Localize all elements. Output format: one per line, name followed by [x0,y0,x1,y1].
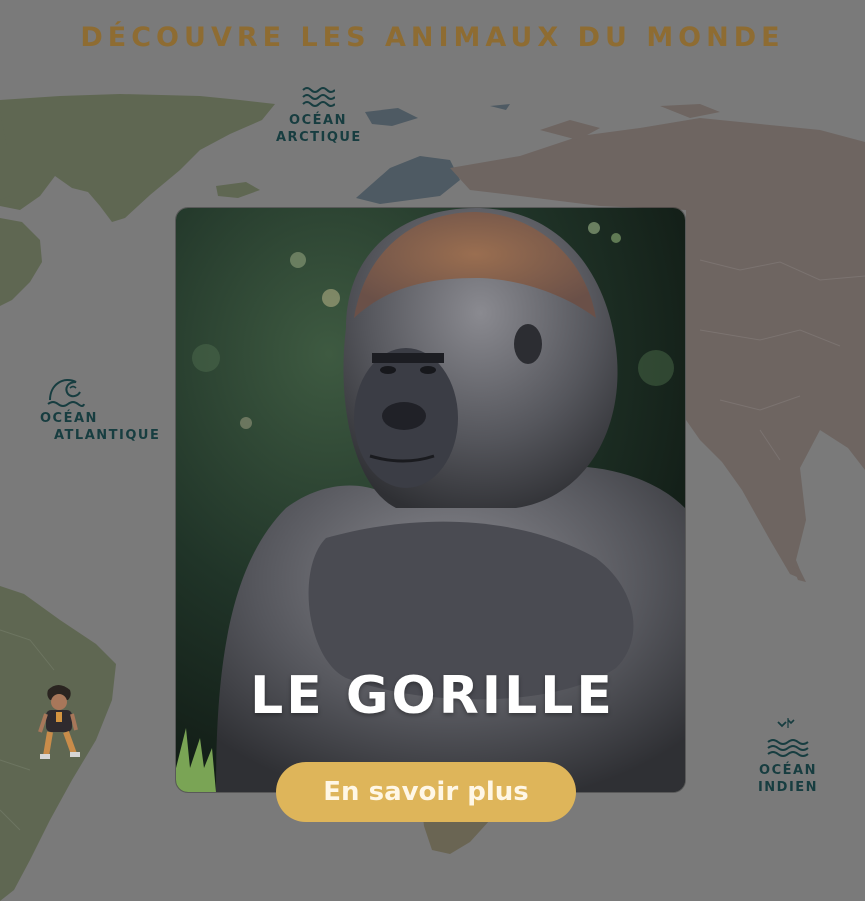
ocean-label-atlantic: OCÉAN ATLANTIQUE [36,374,160,444]
ocean-label-atlantic-line1: OCÉAN [40,411,98,426]
ocean-label-arctic: OCÉAN ARCTIQUE [276,86,360,146]
animal-name: LE GORILLE [250,666,615,726]
eurasia-north-coast-2 [660,104,720,118]
ocean-label-atlantic-line2: ATLANTIQUE [54,428,161,443]
ocean-label-indian-line1: OCÉAN [759,763,817,778]
arctic-islet [365,108,418,126]
north-america-continent [0,94,275,222]
ocean-label-indian-line2: INDIEN [757,780,819,795]
waves-icon [302,87,335,107]
ocean-label-indian: OCÉAN INDIEN [748,716,828,796]
scandinavia [356,156,460,204]
ocean-label-arctic-line2: ARCTIQUE [276,130,362,145]
page-title: DÉCOUVRE LES ANIMAUX DU MONDE [80,22,785,54]
ocean-label-arctic-line1: OCÉAN [289,113,347,128]
wave-crest-icon [47,379,85,407]
arctic-island [216,182,260,198]
learn-more-button[interactable]: En savoir plus [276,762,576,822]
north-america-east [0,218,42,306]
arctic-islet-2 [490,104,510,110]
